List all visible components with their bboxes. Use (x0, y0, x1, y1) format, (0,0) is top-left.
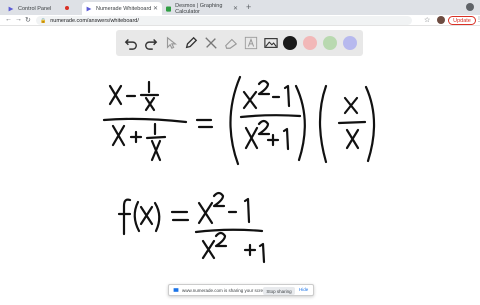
tools-button[interactable] (202, 34, 220, 52)
text-button[interactable] (242, 34, 260, 52)
image-button[interactable] (262, 34, 280, 52)
window-menu-icon[interactable] (466, 3, 474, 11)
screen-share-bar: www.numerade.com is sharing your screen.… (168, 284, 314, 296)
close-tab-icon[interactable]: ✕ (233, 5, 238, 12)
new-tab-icon[interactable]: + (246, 2, 251, 12)
redo-icon (145, 39, 158, 50)
update-button[interactable]: Update (448, 16, 476, 25)
more-menu-icon[interactable]: ⋮ (476, 16, 480, 23)
color-swatch-blue[interactable] (343, 36, 357, 50)
reload-icon[interactable]: ↻ (25, 16, 31, 24)
close-tab-icon[interactable]: ✕ (153, 5, 158, 12)
tab-desmos[interactable]: Desmos | Graphing Calculator ✕ (162, 2, 242, 15)
bookmark-star-icon[interactable]: ☆ (424, 16, 430, 24)
stop-sharing-button[interactable]: Stop sharing (263, 287, 295, 295)
eraser-icon (225, 38, 238, 49)
whiteboard-canvas[interactable] (0, 58, 480, 300)
eraser-button[interactable] (222, 34, 240, 52)
hide-button[interactable]: Hide (299, 287, 308, 292)
tab-control-panel[interactable]: Control Panel (4, 2, 82, 15)
pen-button[interactable] (182, 34, 200, 52)
color-swatch-black[interactable] (283, 36, 297, 50)
tools-icon (205, 37, 217, 49)
image-icon (264, 38, 278, 48)
numerade-favicon-icon (86, 6, 92, 11)
address-bar[interactable]: 🔒 numerade.com/answers/whiteboard/ (36, 16, 412, 25)
color-swatch-pink[interactable] (303, 36, 317, 50)
handwriting-layer (102, 75, 376, 264)
share-screen-icon (173, 288, 179, 292)
pencil-icon (185, 36, 198, 49)
desmos-favicon-icon (166, 5, 172, 12)
undo-icon (124, 39, 137, 50)
recording-dot-icon (65, 6, 69, 10)
tab-numerade-whiteboard[interactable]: Numerade Whiteboard ✕ (82, 2, 162, 15)
forward-arrow-icon[interactable]: → (15, 16, 22, 23)
color-swatch-green[interactable] (323, 36, 337, 50)
tab-label: Numerade Whiteboard (96, 5, 152, 12)
back-arrow-icon[interactable]: ← (5, 16, 12, 23)
tab-label: Control Panel (18, 5, 52, 12)
tab-label: Desmos | Graphing Calculator (175, 2, 223, 15)
pointer-icon (166, 36, 178, 50)
tab-strip: Control Panel Numerade Whiteboard ✕ Desm… (0, 0, 480, 15)
browser-toolbar: ← → ↻ 🔒 numerade.com/answers/whiteboard/… (0, 15, 480, 26)
undo-button[interactable] (122, 34, 140, 52)
redo-button[interactable] (142, 34, 160, 52)
lock-icon: 🔒 (40, 17, 47, 24)
share-message: www.numerade.com is sharing your screen. (182, 287, 270, 293)
url-text: numerade.com/answers/whiteboard/ (50, 17, 139, 24)
profile-avatar[interactable] (437, 16, 445, 24)
select-button[interactable] (162, 34, 180, 52)
whiteboard-toolbar (116, 30, 363, 56)
text-icon (244, 36, 258, 50)
numerade-favicon-icon (8, 6, 14, 11)
